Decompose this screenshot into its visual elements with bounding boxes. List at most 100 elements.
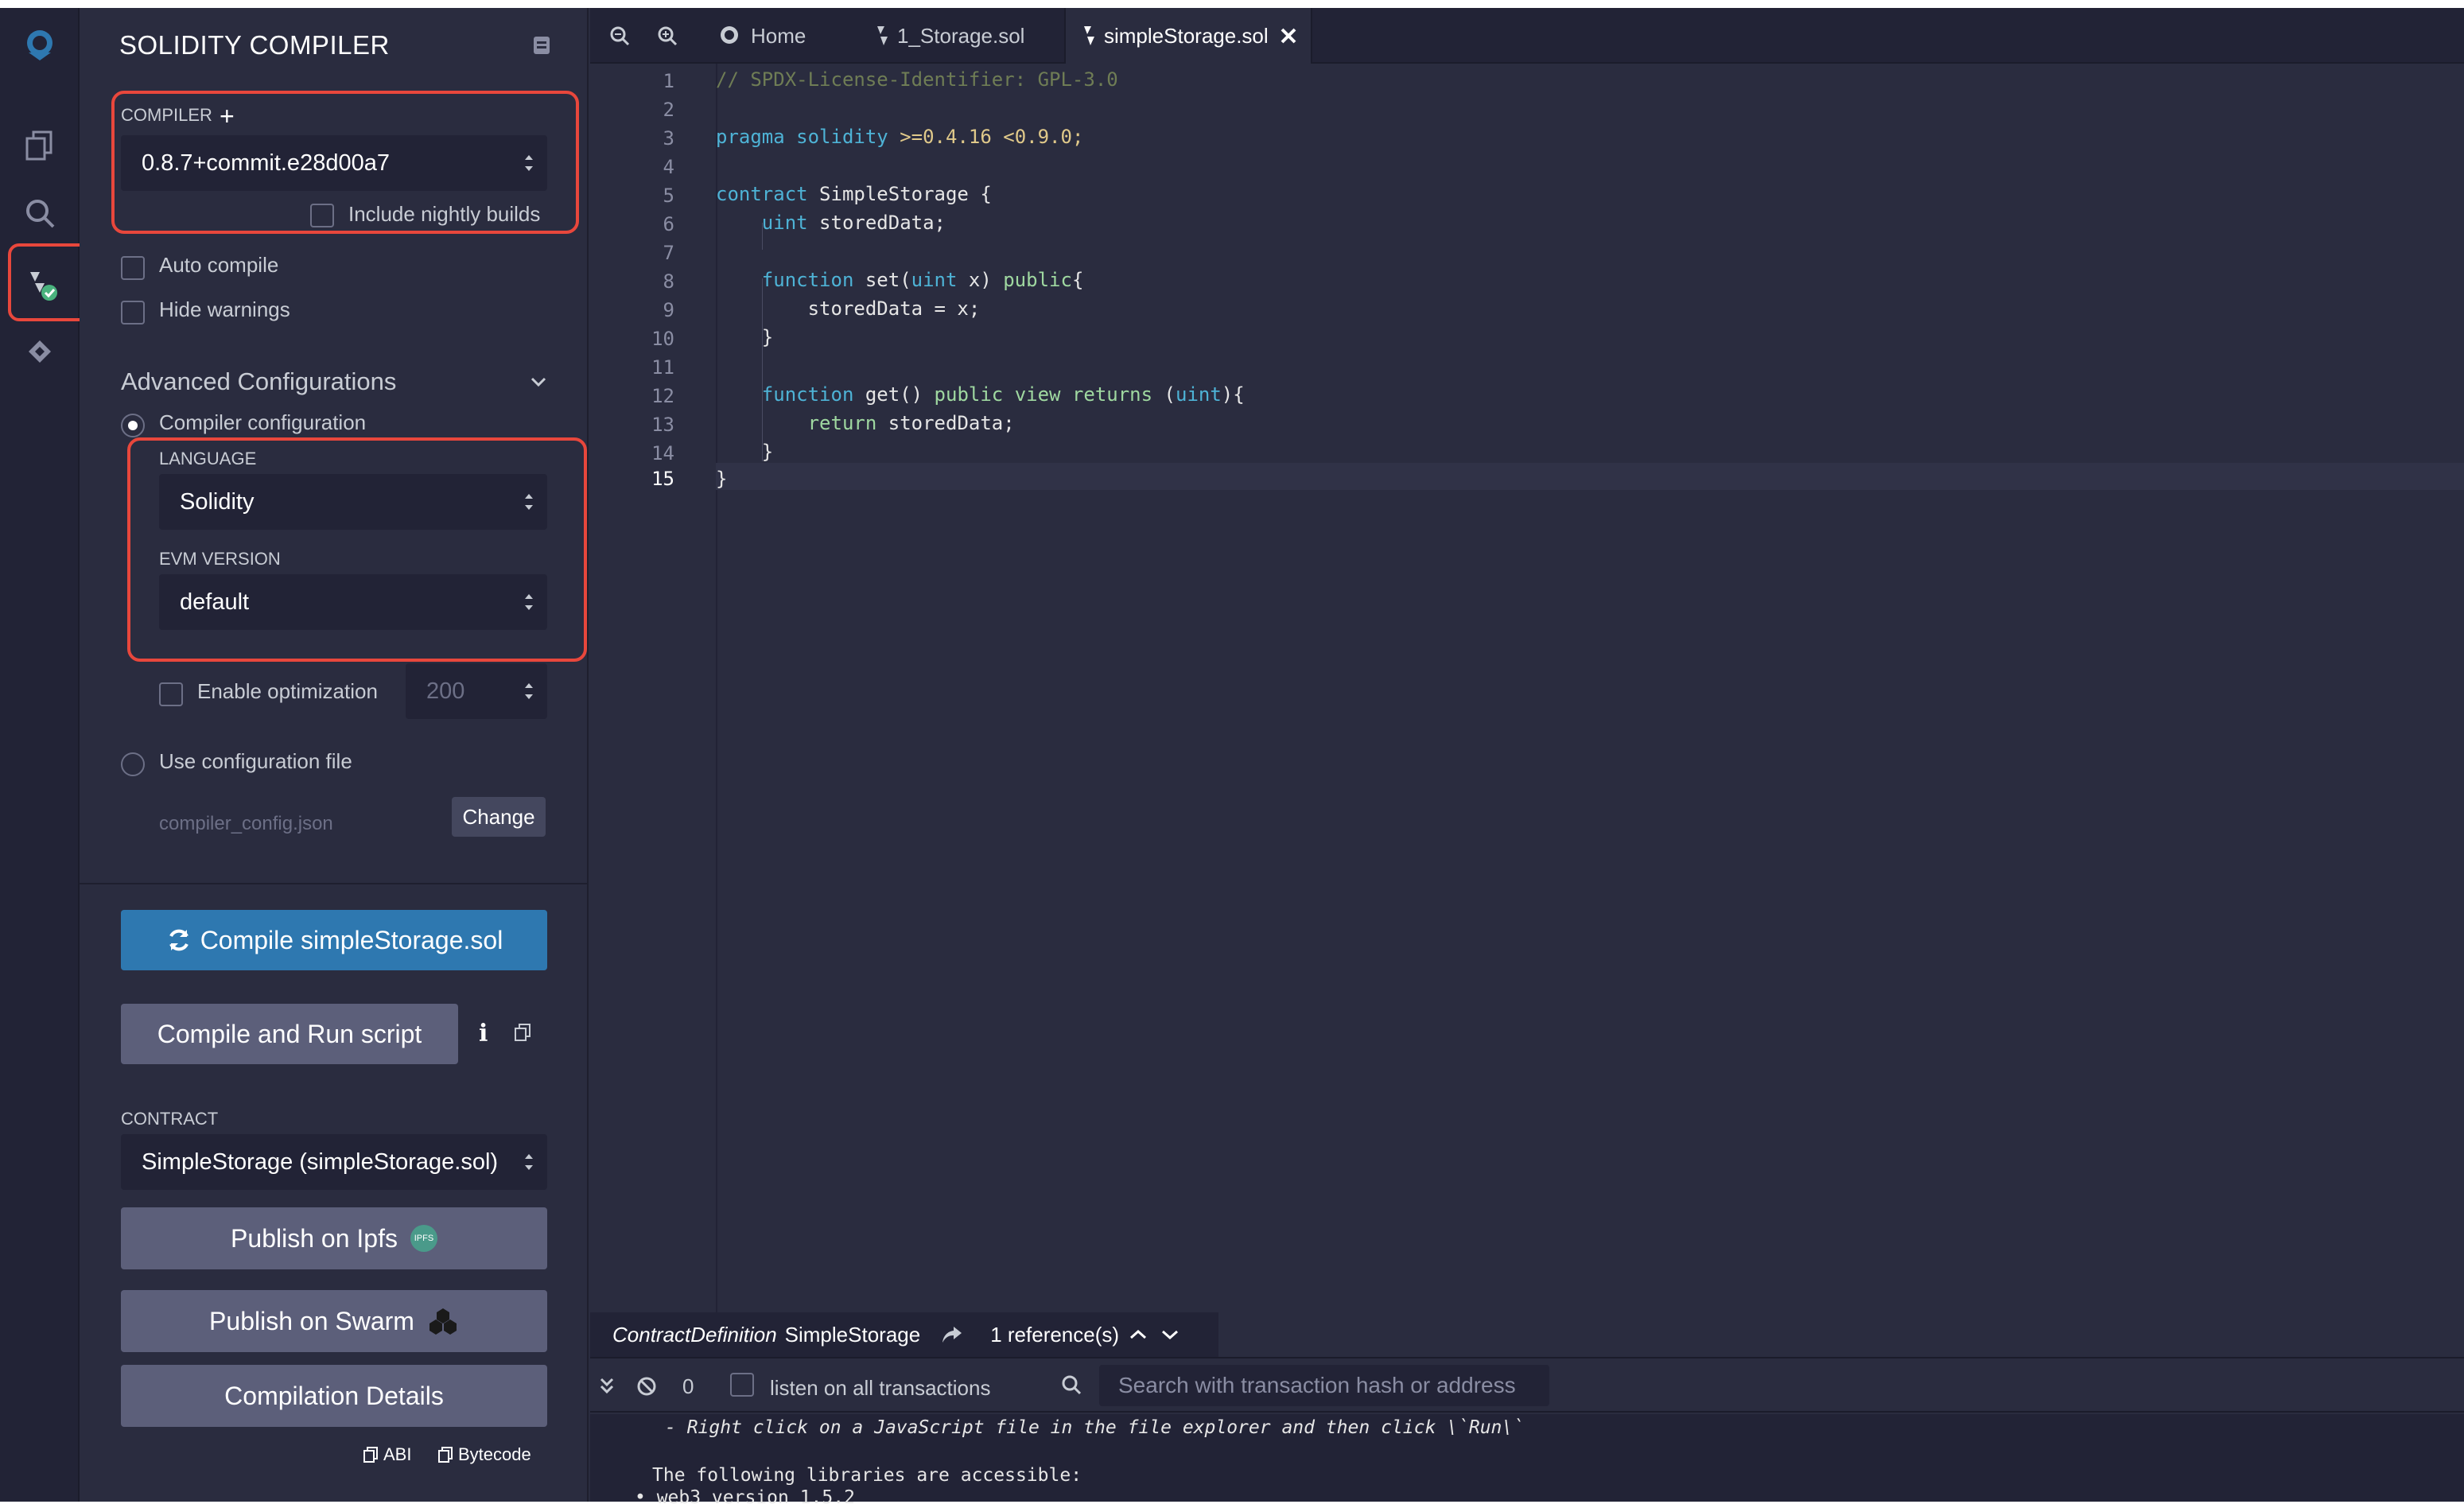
select-arrows-icon bbox=[525, 1154, 533, 1170]
tab-simple-storage[interactable]: simpleStorage.sol bbox=[1064, 8, 1312, 64]
listen-all-tx-checkbox[interactable] bbox=[730, 1373, 754, 1397]
advanced-config-title[interactable]: Advanced Configurations bbox=[121, 367, 396, 396]
deploy-run-icon[interactable] bbox=[14, 326, 65, 377]
clear-console-icon[interactable] bbox=[636, 1376, 657, 1397]
enable-optimization-label: Enable optimization bbox=[197, 679, 378, 703]
remix-home-icon bbox=[721, 26, 738, 44]
hide-warnings-label: Hide warnings bbox=[159, 297, 290, 321]
code-line-13: return storedData; bbox=[716, 412, 1015, 434]
select-arrows-icon bbox=[525, 594, 533, 610]
code-line-14: } bbox=[716, 441, 774, 463]
copy-icon bbox=[363, 1447, 378, 1463]
double-chevron-down-icon[interactable] bbox=[598, 1376, 616, 1397]
chevron-up-icon[interactable] bbox=[1129, 1328, 1148, 1341]
tx-search-input[interactable]: Search with transaction hash or address bbox=[1099, 1365, 1549, 1406]
code-line-3: pragma solidity >=0.4.16 <0.9.0; bbox=[716, 126, 1084, 148]
chevron-down-icon[interactable] bbox=[1160, 1328, 1180, 1341]
close-icon[interactable] bbox=[1280, 27, 1297, 45]
line-number: 14 bbox=[651, 442, 674, 464]
select-arrows-icon bbox=[525, 494, 533, 510]
terminal-line: - Right click on a JavaScript file in th… bbox=[665, 1417, 1525, 1438]
tab-simple-storage-label: simpleStorage.sol bbox=[1104, 23, 1269, 48]
use-config-file-radio[interactable] bbox=[121, 752, 145, 776]
evm-version-select[interactable]: default bbox=[159, 574, 547, 630]
copy-icon[interactable] bbox=[514, 1023, 531, 1046]
compiler-config-radio[interactable] bbox=[121, 414, 145, 437]
listen-all-tx-label: listen on all transactions bbox=[770, 1376, 991, 1400]
abi-label: ABI bbox=[383, 1444, 412, 1464]
code-line-15: } bbox=[716, 468, 728, 490]
copy-abi-link[interactable]: ABI bbox=[363, 1444, 411, 1465]
ref-name: SimpleStorage bbox=[784, 1322, 921, 1347]
file-explorer-icon[interactable] bbox=[14, 119, 65, 170]
search-icon[interactable] bbox=[14, 188, 65, 239]
line-number: 12 bbox=[651, 385, 674, 407]
line-number: 2 bbox=[663, 99, 674, 121]
editor-area: Home 1_Storage.sol simpleStorage.sol 1 2… bbox=[590, 8, 2464, 1508]
copy-bytecode-link[interactable]: Bytecode bbox=[437, 1444, 531, 1465]
auto-compile-label: Auto compile bbox=[159, 253, 279, 277]
hide-warnings-checkbox[interactable] bbox=[121, 301, 145, 325]
code-line-10: } bbox=[716, 326, 774, 348]
code-line-12: function get() public view returns (uint… bbox=[716, 383, 1245, 406]
panel-divider bbox=[80, 883, 589, 884]
terminal-output: - Right click on a JavaScript file in th… bbox=[590, 1414, 2464, 1508]
remix-logo-icon[interactable] bbox=[14, 19, 65, 70]
code-line-6: uint storedData; bbox=[716, 212, 946, 234]
chevron-down-icon[interactable] bbox=[530, 375, 547, 392]
contract-select[interactable]: SimpleStorage (simpleStorage.sol) bbox=[121, 1134, 547, 1190]
evm-version-label: EVM VERSION bbox=[159, 549, 281, 569]
contract-value: SimpleStorage (simpleStorage.sol) bbox=[142, 1148, 499, 1175]
line-number: 8 bbox=[663, 270, 674, 293]
line-number: 9 bbox=[663, 299, 674, 321]
current-line-highlight bbox=[716, 463, 2464, 490]
select-arrows-icon bbox=[525, 155, 533, 171]
language-value: Solidity bbox=[180, 488, 255, 515]
line-number: 1 bbox=[663, 70, 674, 92]
tab-bar: Home 1_Storage.sol simpleStorage.sol bbox=[590, 8, 2464, 64]
ref-kind: ContractDefinition bbox=[612, 1322, 777, 1347]
auto-compile-checkbox[interactable] bbox=[121, 256, 145, 280]
pending-tx-count: 0 bbox=[682, 1374, 694, 1398]
share-icon[interactable] bbox=[941, 1325, 963, 1344]
language-label: LANGUAGE bbox=[159, 449, 257, 468]
docs-icon[interactable] bbox=[531, 35, 552, 60]
optimization-runs-value: 200 bbox=[426, 678, 465, 704]
tab-home[interactable]: Home bbox=[709, 8, 853, 64]
zoom-out-icon[interactable] bbox=[609, 8, 630, 64]
solidity-file-icon bbox=[1084, 26, 1094, 45]
nightly-checkbox[interactable] bbox=[310, 204, 334, 227]
config-file-name: compiler_config.json bbox=[159, 813, 333, 834]
publish-ipfs-button[interactable]: Publish on Ipfs IPFS bbox=[121, 1207, 547, 1269]
add-compiler-icon[interactable]: + bbox=[220, 102, 235, 131]
use-config-file-label: Use configuration file bbox=[159, 749, 352, 773]
panel-title: SOLIDITY COMPILER bbox=[119, 30, 390, 60]
publish-swarm-button[interactable]: Publish on Swarm bbox=[121, 1290, 547, 1352]
info-icon[interactable]: i bbox=[479, 1020, 488, 1047]
compilation-details-button[interactable]: Compilation Details bbox=[121, 1365, 547, 1427]
tab-storage[interactable]: 1_Storage.sol bbox=[853, 8, 1051, 64]
publish-ipfs-label: Publish on Ipfs bbox=[231, 1223, 398, 1253]
compiler-version-value: 0.8.7+commit.e28d00a7 bbox=[142, 150, 390, 176]
compiler-version-select[interactable]: 0.8.7+commit.e28d00a7 bbox=[121, 135, 547, 191]
stepper-arrows-icon[interactable] bbox=[523, 679, 534, 703]
code-editor[interactable] bbox=[716, 64, 2464, 1312]
optimization-runs-input[interactable]: 200 bbox=[406, 663, 547, 719]
change-config-button[interactable]: Change bbox=[452, 797, 546, 837]
nightly-label: Include nightly builds bbox=[348, 202, 541, 226]
solidity-compiler-icon[interactable] bbox=[14, 259, 65, 310]
compile-run-script-button[interactable]: Compile and Run script bbox=[121, 1004, 458, 1064]
line-number: 10 bbox=[651, 328, 674, 350]
zoom-in-icon[interactable] bbox=[657, 8, 678, 64]
compile-button[interactable]: Compile simpleStorage.sol bbox=[121, 910, 547, 970]
enable-optimization-checkbox[interactable] bbox=[159, 682, 183, 706]
compiler-panel: SOLIDITY COMPILER COMPILER + 0.8.7+commi… bbox=[80, 8, 589, 1502]
line-number: 15 bbox=[651, 468, 674, 490]
bytecode-label: Bytecode bbox=[458, 1444, 531, 1464]
code-line-5: contract SimpleStorage { bbox=[716, 183, 992, 205]
line-number: 6 bbox=[663, 213, 674, 235]
language-select[interactable]: Solidity bbox=[159, 474, 547, 530]
contract-label: CONTRACT bbox=[121, 1109, 219, 1129]
compile-button-label: Compile simpleStorage.sol bbox=[200, 925, 503, 954]
remix-ide: SOLIDITY COMPILER COMPILER + 0.8.7+commi… bbox=[0, 8, 2464, 1508]
